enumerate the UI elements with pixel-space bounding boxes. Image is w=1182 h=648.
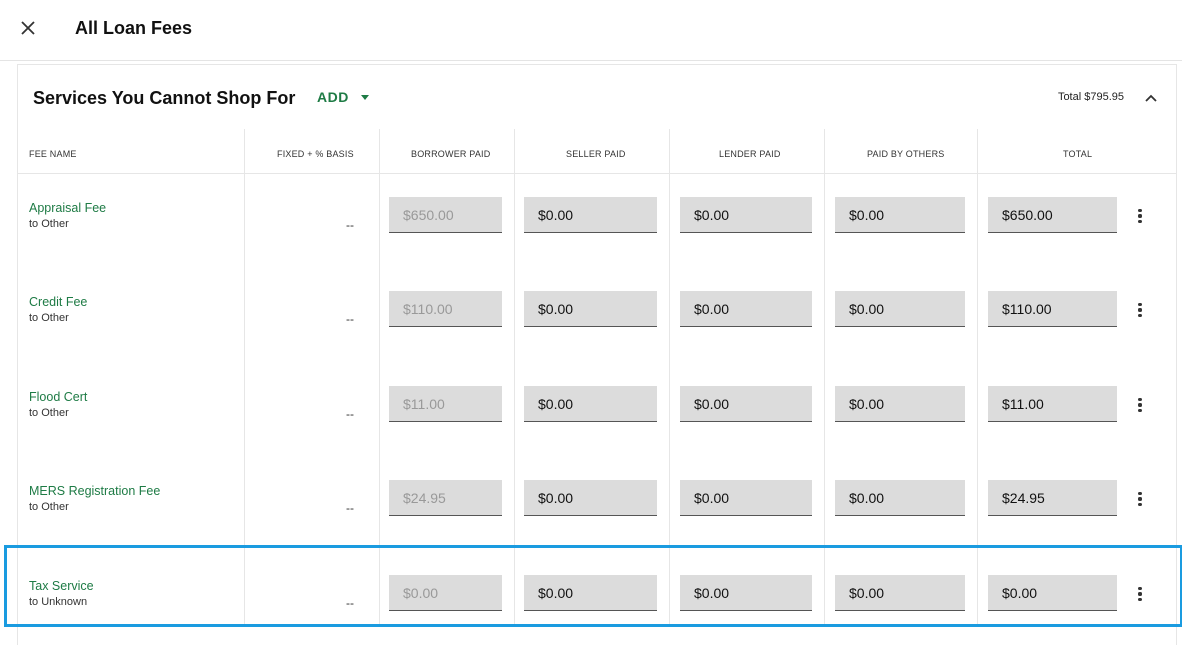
- more-options-button[interactable]: [1138, 302, 1142, 318]
- table-row: Flood Cert to Other -- $11.00 $0.00 $0.0…: [18, 364, 1176, 459]
- more-vert-icon: [1138, 492, 1142, 496]
- table-row: Tax Service to Unknown -- $0.00 $0.00 $0…: [18, 553, 1176, 648]
- fee-basis: --: [346, 407, 354, 421]
- paid-by-others-input[interactable]: $0.00: [835, 197, 965, 233]
- collapse-button[interactable]: [1142, 89, 1160, 107]
- more-options-button[interactable]: [1138, 491, 1142, 507]
- more-vert-icon: [1138, 303, 1142, 307]
- caret-down-icon: [360, 94, 369, 100]
- column-header-total: TOTAL: [1063, 149, 1093, 159]
- more-vert-icon-dot: [1138, 219, 1142, 223]
- more-vert-icon-dot: [1138, 308, 1142, 312]
- page-title: All Loan Fees: [75, 18, 193, 38]
- column-header-seller-paid: SELLER PAID: [566, 149, 626, 159]
- total-input[interactable]: $110.00: [988, 291, 1117, 327]
- fee-recipient: to Other: [29, 218, 69, 230]
- seller-paid-input[interactable]: $0.00: [524, 386, 657, 422]
- table-row: Appraisal Fee to Other -- $650.00 $0.00 …: [18, 175, 1176, 270]
- more-vert-icon-dot: [1138, 502, 1142, 506]
- more-vert-icon: [1138, 209, 1142, 213]
- lender-paid-input[interactable]: $0.00: [680, 386, 812, 422]
- section-title: Services You Cannot Shop For: [33, 88, 296, 108]
- fee-name-link[interactable]: Credit Fee: [29, 295, 87, 309]
- more-options-button[interactable]: [1138, 208, 1142, 224]
- borrower-paid-input: $11.00: [389, 386, 502, 422]
- column-header-fee-name: FEE NAME: [29, 149, 77, 159]
- fee-basis: --: [346, 596, 354, 610]
- close-icon: [21, 21, 35, 35]
- fee-recipient: to Other: [29, 407, 69, 419]
- lender-paid-input[interactable]: $0.00: [680, 575, 812, 611]
- top-bar: All Loan Fees: [0, 0, 1182, 61]
- add-button-label: ADD: [317, 89, 349, 105]
- seller-paid-input[interactable]: $0.00: [524, 480, 657, 516]
- fee-basis: --: [346, 218, 354, 232]
- table-row: MERS Registration Fee to Other -- $24.95…: [18, 458, 1176, 553]
- more-vert-icon-dot: [1138, 403, 1142, 407]
- column-header-borrower-paid: BORROWER PAID: [411, 149, 491, 159]
- add-button[interactable]: ADD: [317, 89, 369, 105]
- seller-paid-input[interactable]: $0.00: [524, 291, 657, 327]
- lender-paid-input[interactable]: $0.00: [680, 291, 812, 327]
- total-input[interactable]: $24.95: [988, 480, 1117, 516]
- more-vert-icon-dot: [1138, 592, 1142, 596]
- borrower-paid-input: $0.00: [389, 575, 502, 611]
- chevron-up-icon: [1145, 94, 1157, 102]
- total-input[interactable]: $0.00: [988, 575, 1117, 611]
- total-input[interactable]: $650.00: [988, 197, 1117, 233]
- fee-basis: --: [346, 312, 354, 326]
- fee-basis: --: [346, 501, 354, 515]
- fee-recipient: to Other: [29, 501, 69, 513]
- seller-paid-input[interactable]: $0.00: [524, 575, 657, 611]
- close-button[interactable]: [18, 18, 38, 38]
- borrower-paid-input: $24.95: [389, 480, 502, 516]
- more-vert-icon: [1138, 587, 1142, 591]
- fee-recipient: to Other: [29, 312, 69, 324]
- fee-name-link[interactable]: Tax Service: [29, 579, 94, 593]
- header-divider: [18, 173, 1176, 174]
- more-vert-icon: [1138, 398, 1142, 402]
- borrower-paid-input: $650.00: [389, 197, 502, 233]
- more-vert-icon-dot: [1138, 313, 1142, 317]
- fee-name-link[interactable]: Appraisal Fee: [29, 201, 106, 215]
- paid-by-others-input[interactable]: $0.00: [835, 480, 965, 516]
- fee-name-link[interactable]: Flood Cert: [29, 390, 87, 404]
- more-vert-icon-dot: [1138, 497, 1142, 501]
- section-total: Total $795.95: [1057, 91, 1124, 103]
- fees-panel: Services You Cannot Shop For ADD Total $…: [17, 64, 1177, 645]
- more-vert-icon-dot: [1138, 214, 1142, 218]
- total-input[interactable]: $11.00: [988, 386, 1117, 422]
- column-header-basis: FIXED + % BASIS: [277, 149, 354, 159]
- paid-by-others-input[interactable]: $0.00: [835, 386, 965, 422]
- paid-by-others-input[interactable]: $0.00: [835, 575, 965, 611]
- more-vert-icon-dot: [1138, 408, 1142, 412]
- table-row: Credit Fee to Other -- $110.00 $0.00 $0.…: [18, 269, 1176, 364]
- seller-paid-input[interactable]: $0.00: [524, 197, 657, 233]
- lender-paid-input[interactable]: $0.00: [680, 480, 812, 516]
- lender-paid-input[interactable]: $0.00: [680, 197, 812, 233]
- paid-by-others-input[interactable]: $0.00: [835, 291, 965, 327]
- more-vert-icon-dot: [1138, 597, 1142, 601]
- fee-name-link[interactable]: MERS Registration Fee: [29, 484, 160, 498]
- more-options-button[interactable]: [1138, 586, 1142, 602]
- column-header-lender-paid: LENDER PAID: [719, 149, 781, 159]
- borrower-paid-input: $110.00: [389, 291, 502, 327]
- more-options-button[interactable]: [1138, 397, 1142, 413]
- fee-recipient: to Unknown: [29, 596, 88, 608]
- column-header-paid-by-others: PAID BY OTHERS: [867, 149, 945, 159]
